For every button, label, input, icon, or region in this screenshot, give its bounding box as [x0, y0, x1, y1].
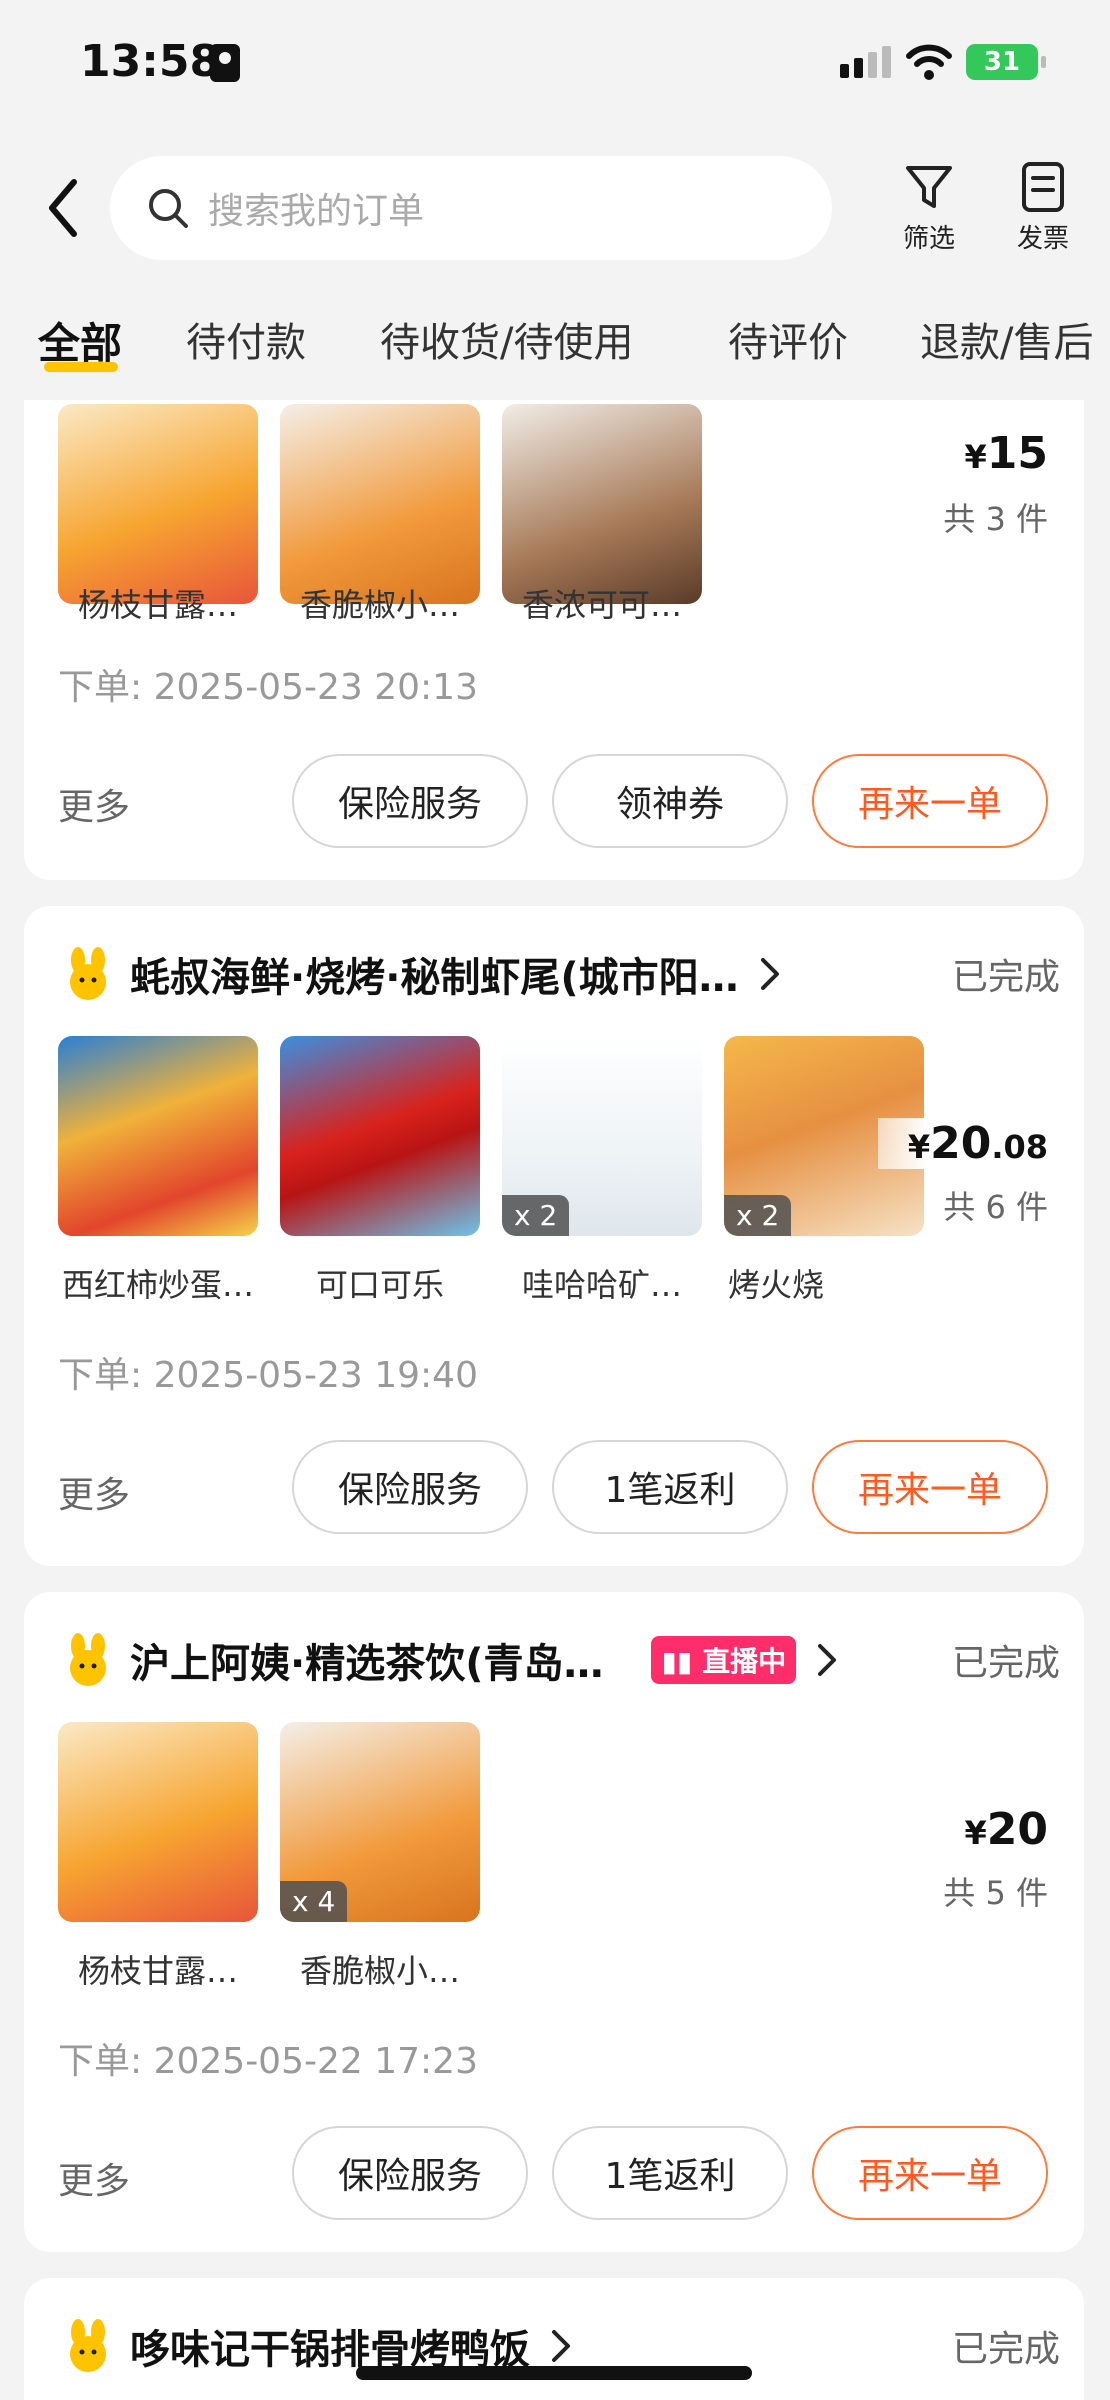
item-count: 共 6 件 [943, 1188, 1048, 1226]
item-quantity: x 2 [724, 1195, 792, 1236]
tab-pending-review[interactable]: 待评价 [728, 310, 848, 368]
coupon-button[interactable]: 领神券 [552, 754, 788, 848]
order-price: ¥20.08 [877, 1118, 1048, 1169]
shop-name[interactable]: 蚝叔海鲜·烧烤·秘制虾尾(城市阳… [130, 945, 739, 1003]
invoice-icon [1022, 162, 1064, 212]
order-tabs: 全部 待付款 待收货/待使用 待评价 退款/售后 [0, 300, 1110, 400]
chevron-right-icon [818, 1644, 837, 1676]
insurance-button[interactable]: 保险服务 [292, 754, 528, 848]
reorder-button[interactable]: 再来一单 [812, 1440, 1048, 1534]
price-integer: 20 [930, 1118, 992, 1169]
filter-label: 筛选 [902, 224, 955, 254]
filter-button[interactable]: 筛选 [884, 160, 974, 255]
battery-icon: 31 [966, 44, 1046, 80]
id-card-icon [210, 44, 240, 82]
currency-symbol: ¥ [964, 1814, 987, 1852]
insurance-button[interactable]: 保险服务 [292, 2126, 528, 2220]
item-image[interactable] [280, 404, 480, 604]
shop-header[interactable]: 蚝叔海鲜·烧烤·秘制虾尾(城市阳… 已完成 [60, 944, 1060, 1004]
order-status: 已完成 [951, 1643, 1060, 1684]
chevron-right-icon [760, 958, 779, 990]
order-time: 下单: 2025-05-22 17:23 [58, 2041, 478, 2082]
tab-pending-payment[interactable]: 待付款 [186, 310, 306, 368]
item-name: 香脆椒小… [299, 1952, 460, 1990]
item-image[interactable] [280, 1036, 480, 1236]
item-image[interactable] [58, 404, 258, 604]
rebate-button[interactable]: 1笔返利 [552, 2126, 788, 2220]
item-name: 香脆椒小… [299, 586, 460, 624]
search-placeholder: 搜索我的订单 [208, 191, 425, 232]
item-name: 西红柿炒蛋… [61, 1266, 254, 1304]
live-bars-icon: ▮▮ [661, 1645, 703, 1678]
order-card[interactable]: 蚝叔海鲜·烧烤·秘制虾尾(城市阳… 已完成 x 2 x 2 西红柿炒蛋… 可口可… [24, 906, 1084, 1566]
order-time: 下单: 2025-05-23 19:40 [58, 1355, 478, 1396]
status-time: 13:58 [80, 36, 221, 87]
item-name: 哇哈哈矿… [521, 1266, 682, 1304]
shop-header[interactable]: 沪上阿姨·精选茶饮(青岛… ▮▮ 直播中 已完成 [60, 1630, 1060, 1690]
order-time: 下单: 2025-05-23 20:13 [58, 667, 478, 708]
item-count: 共 5 件 [943, 1874, 1048, 1912]
item-image[interactable]: x 4 [280, 1722, 480, 1922]
price-integer: 15 [986, 428, 1048, 479]
more-button[interactable]: 更多 [58, 778, 130, 830]
cellular-signal-icon [840, 46, 891, 78]
search-icon [149, 189, 188, 228]
shop-name[interactable]: 沪上阿姨·精选茶饮(青岛… [130, 1631, 603, 1689]
order-price: ¥20 [965, 1804, 1049, 1855]
live-badge[interactable]: ▮▮ 直播中 [651, 1636, 797, 1684]
item-name: 烤火烧 [728, 1266, 825, 1304]
search-input[interactable]: 搜索我的订单 [110, 156, 832, 260]
order-status: 已完成 [951, 2329, 1060, 2370]
reorder-button[interactable]: 再来一单 [812, 754, 1048, 848]
price-decimal: .08 [991, 1128, 1048, 1166]
live-badge-label: 直播中 [702, 1645, 787, 1678]
item-quantity: x 4 [280, 1881, 348, 1922]
item-name: 杨枝甘露… [77, 1952, 238, 1990]
shop-logo-icon [70, 2319, 106, 2372]
order-card[interactable]: 杨枝甘露… 香脆椒小… 香浓可可… ¥15 共 3 件 下单: 2025-05-… [24, 340, 1084, 880]
item-name: 杨枝甘露… [77, 586, 238, 624]
item-image[interactable] [502, 404, 702, 604]
item-quantity: x 2 [502, 1195, 570, 1236]
item-image[interactable]: x 2 [502, 1036, 702, 1236]
invoice-button[interactable]: 发票 [998, 160, 1088, 255]
chevron-right-icon [552, 2330, 570, 2362]
back-icon[interactable] [40, 176, 90, 240]
order-price: ¥15 [965, 428, 1049, 479]
currency-symbol: ¥ [907, 1128, 931, 1166]
invoice-label: 发票 [1016, 224, 1069, 254]
item-image[interactable] [58, 1036, 258, 1236]
wifi-icon [906, 44, 952, 80]
price-integer: 20 [986, 1804, 1048, 1855]
shop-logo-icon [70, 1633, 106, 1686]
tab-active-underline [44, 362, 118, 372]
home-indicator [356, 2366, 752, 2380]
shop-logo-icon [70, 947, 106, 1000]
more-button[interactable]: 更多 [58, 1466, 130, 1518]
order-card[interactable]: 哆味记干锅排骨烤鸭饭 已完成 [24, 2278, 1084, 2400]
order-status: 已完成 [951, 957, 1060, 998]
reorder-button[interactable]: 再来一单 [812, 2126, 1048, 2220]
insurance-button[interactable]: 保险服务 [292, 1440, 528, 1534]
item-name: 可口可乐 [315, 1266, 444, 1304]
filter-icon [906, 166, 952, 208]
tab-pending-receipt[interactable]: 待收货/待使用 [380, 310, 633, 368]
top-bar: 13:58 31 搜索我的订单 筛选 发票 全部 待付款 待收货/待使用 待评价… [0, 0, 1110, 400]
tab-refund[interactable]: 退款/售后 [920, 310, 1093, 368]
rebate-button[interactable]: 1笔返利 [552, 1440, 788, 1534]
currency-symbol: ¥ [964, 438, 987, 476]
item-count: 共 3 件 [943, 500, 1048, 538]
order-card[interactable]: 沪上阿姨·精选茶饮(青岛… ▮▮ 直播中 已完成 x 4 杨枝甘露… 香脆椒小…… [24, 1592, 1084, 2252]
item-name: 香浓可可… [521, 586, 682, 624]
item-image[interactable] [58, 1722, 258, 1922]
more-button[interactable]: 更多 [58, 2152, 130, 2204]
